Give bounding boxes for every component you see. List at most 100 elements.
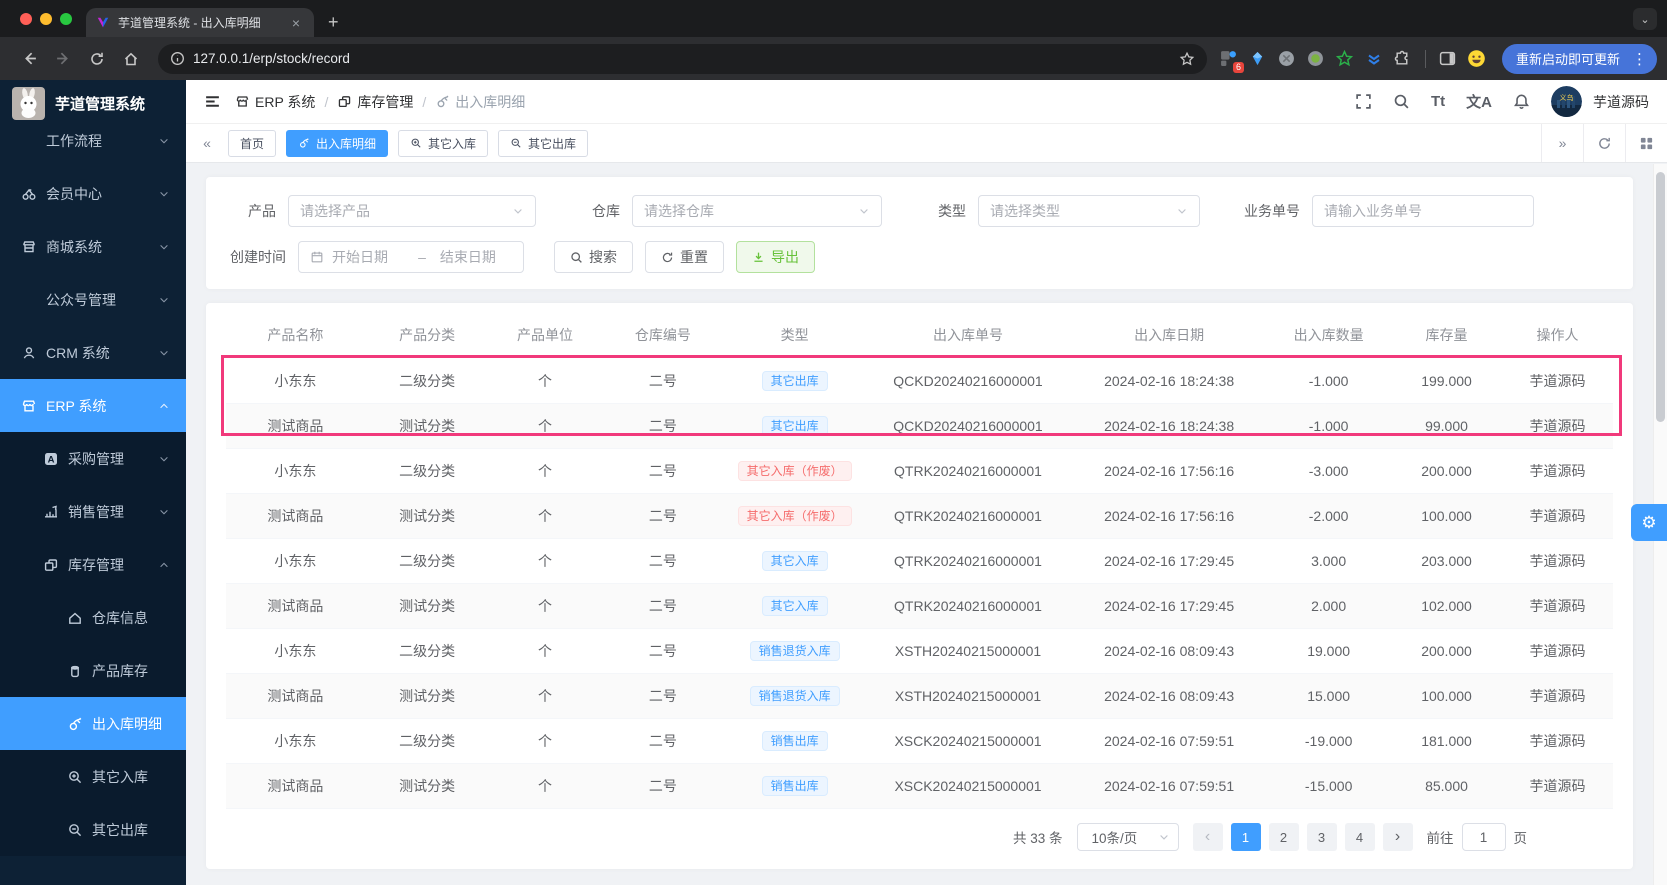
sidebar-item-11[interactable]: 出入库明细 (0, 697, 186, 750)
sidebar-menu: 工作流程 会员中心 商城系统 公众号管理 CRM 系统 ERP 系统 A 采购管理 销售管理 库存… (0, 114, 186, 856)
extension-green-star-icon[interactable] (1335, 49, 1355, 69)
next-page-icon[interactable]: › (1382, 823, 1413, 851)
update-browser-button[interactable]: 重新启动即可更新 ⋮ (1501, 43, 1657, 74)
warehouse-select[interactable]: 请选择仓库 (632, 195, 882, 227)
zoom-window-button[interactable] (60, 12, 72, 25)
layout-grid-icon[interactable] (1625, 124, 1667, 162)
sidebar-item-label: 产品库存 (92, 662, 148, 679)
fullscreen-icon[interactable] (1355, 93, 1372, 110)
sidebar-item-2[interactable]: 商城系统 (0, 220, 186, 273)
table-row[interactable]: 小东东 二级分类个二号 销售出库 XSCK20240215000001 2024-02-… (226, 718, 1613, 764)
table-row[interactable]: 测试商品 测试分类个二号 其它入库（作废） QTRK20240216000001 202… (226, 493, 1613, 539)
sidebar-item-7[interactable]: 销售管理 (0, 485, 186, 538)
page-size-select[interactable]: 10条/页 (1076, 823, 1179, 851)
extension-chevrons-icon[interactable] (1364, 49, 1384, 69)
close-window-button[interactable] (20, 12, 32, 25)
font-size-icon[interactable]: Tt (1431, 93, 1445, 110)
back-icon[interactable] (14, 44, 44, 74)
table-row[interactable]: 小东东 二级分类个二号 其它入库（作废） QTRK20240216000001 2024… (226, 448, 1613, 494)
column-header: 出入库单号 (933, 327, 1003, 343)
search-button[interactable]: 搜索 (554, 241, 633, 273)
address-bar[interactable]: 127.0.0.1/erp/stock/record (158, 43, 1207, 74)
profile-emoji-icon[interactable] (1467, 49, 1487, 69)
extension-tampermonkey-icon[interactable]: 6 (1219, 49, 1244, 73)
tab-close-icon[interactable]: × (288, 15, 304, 31)
tag-2[interactable]: 其它入库 (398, 129, 489, 157)
tag-0[interactable]: 首页 (228, 129, 277, 157)
tag-1[interactable]: 出入库明细 (286, 129, 389, 157)
sidebar-item-12[interactable]: 其它入库 (0, 750, 186, 803)
page-button-2[interactable]: 2 (1268, 823, 1299, 851)
sidebar-item-5[interactable]: ERP 系统 (0, 379, 186, 432)
page-button-3[interactable]: 3 (1306, 823, 1337, 851)
product-select[interactable]: 请选择产品 (288, 195, 536, 227)
browser-menu-kebab-icon[interactable]: ⋮ (1628, 50, 1651, 68)
minimize-window-button[interactable] (40, 12, 52, 25)
home-icon[interactable] (116, 44, 146, 74)
table-row[interactable]: 小东东 二级分类个二号 销售退货入库 XSTH20240215000001 2024-0… (226, 628, 1613, 674)
sidebar-item-13[interactable]: 其它出库 (0, 803, 186, 856)
cell-warehouse: 二号 (600, 448, 726, 494)
reset-button[interactable]: 重置 (645, 241, 724, 273)
chevron-down-icon (158, 506, 170, 518)
breadcrumb-item-1[interactable]: 库存管理 (337, 92, 413, 112)
table-row[interactable]: 测试商品 测试分类个二号 销售出库 XSCK20240215000001 2024-02… (226, 763, 1613, 809)
scroll-tags-left-icon[interactable]: « (192, 135, 222, 151)
theme-settings-gear-icon[interactable]: ⚙ (1631, 504, 1667, 541)
sidebar-item-4[interactable]: CRM 系统 (0, 326, 186, 379)
browser-tab[interactable]: 芋道管理系统 - 出入库明细 × (86, 8, 314, 37)
language-icon[interactable]: 文A (1466, 91, 1492, 112)
sidebar-item-6[interactable]: A 采购管理 (0, 432, 186, 485)
table-row[interactable]: 测试商品 测试分类个二号 销售退货入库 XSTH20240215000001 2024-… (226, 673, 1613, 719)
sidebar-logo[interactable]: 芋道管理系统 (0, 80, 186, 126)
cell-date: 2024-02-16 17:56:16 (1072, 448, 1267, 494)
table-row[interactable]: 小东东 二级分类个二号 其它入库 QTRK20240216000001 2024-02-… (226, 538, 1613, 584)
sidebar-item-1[interactable]: 会员中心 (0, 167, 186, 220)
tab-search-icon[interactable]: ⌄ (1633, 8, 1657, 30)
username[interactable]: 芋道源码 (1593, 92, 1649, 112)
export-button[interactable]: 导出 (736, 241, 815, 273)
bizno-input[interactable] (1324, 203, 1522, 219)
sidebar-item-9[interactable]: 仓库信息 (0, 591, 186, 644)
toolbar-divider (1424, 49, 1426, 68)
breadcrumb-item-0[interactable]: ERP 系统 (235, 92, 315, 112)
table-row[interactable]: 测试商品 测试分类个二号 其它出库 QCKD20240216000001 2024-02… (226, 403, 1613, 449)
tag-3[interactable]: 其它出库 (498, 129, 589, 157)
tags-tools: » (1541, 124, 1667, 162)
page-button-4[interactable]: 4 (1344, 823, 1375, 851)
collapse-menu-icon[interactable] (204, 93, 221, 110)
extension-gray-circle-icon[interactable] (1277, 49, 1297, 69)
blank-icon (20, 132, 37, 149)
sidebar-item-label: 其它出库 (92, 821, 148, 838)
side-panel-icon[interactable] (1438, 49, 1458, 69)
new-tab-button[interactable]: + (314, 12, 353, 37)
site-info-icon[interactable] (170, 51, 185, 66)
sidebar-item-3[interactable]: 公众号管理 (0, 273, 186, 326)
prev-page-icon[interactable]: ‹ (1192, 823, 1223, 851)
user-avatar[interactable]: 义乌 (1551, 86, 1582, 117)
page-button-1[interactable]: 1 (1230, 823, 1261, 851)
cell-product: 小东东 (226, 628, 365, 674)
scrollbar-thumb[interactable] (1656, 172, 1665, 422)
date-range-input[interactable]: 开始日期 – 结束日期 (298, 241, 524, 273)
forward-icon[interactable] (48, 44, 78, 74)
extension-kite-icon[interactable] (1248, 49, 1268, 69)
extension-green-circle-icon[interactable] (1306, 49, 1326, 69)
refresh-page-icon[interactable] (1583, 124, 1625, 162)
goto-page-input[interactable] (1461, 823, 1506, 851)
cell-type: 其它出库 (725, 403, 864, 449)
table-row[interactable]: 测试商品 测试分类个二号 其它入库 QTRK20240216000001 2024-02… (226, 583, 1613, 629)
scroll-tags-right-icon[interactable]: » (1541, 124, 1583, 162)
reload-icon[interactable] (82, 44, 112, 74)
sidebar-item-8[interactable]: 库存管理 (0, 538, 186, 591)
type-select[interactable]: 请选择类型 (978, 195, 1200, 227)
record-icon (298, 137, 310, 149)
notification-bell-icon[interactable] (1513, 93, 1530, 110)
sidebar-item-10[interactable]: 产品库存 (0, 644, 186, 697)
bookmark-star-icon[interactable] (1179, 51, 1195, 67)
url-text[interactable]: 127.0.0.1/erp/stock/record (193, 51, 1171, 66)
table-row[interactable]: 小东东 二级分类个二号 其它出库 QCKD20240216000001 2024-02-… (226, 359, 1613, 404)
window-controls[interactable] (0, 0, 86, 37)
search-icon[interactable] (1393, 93, 1410, 110)
extensions-puzzle-icon[interactable] (1393, 49, 1413, 69)
